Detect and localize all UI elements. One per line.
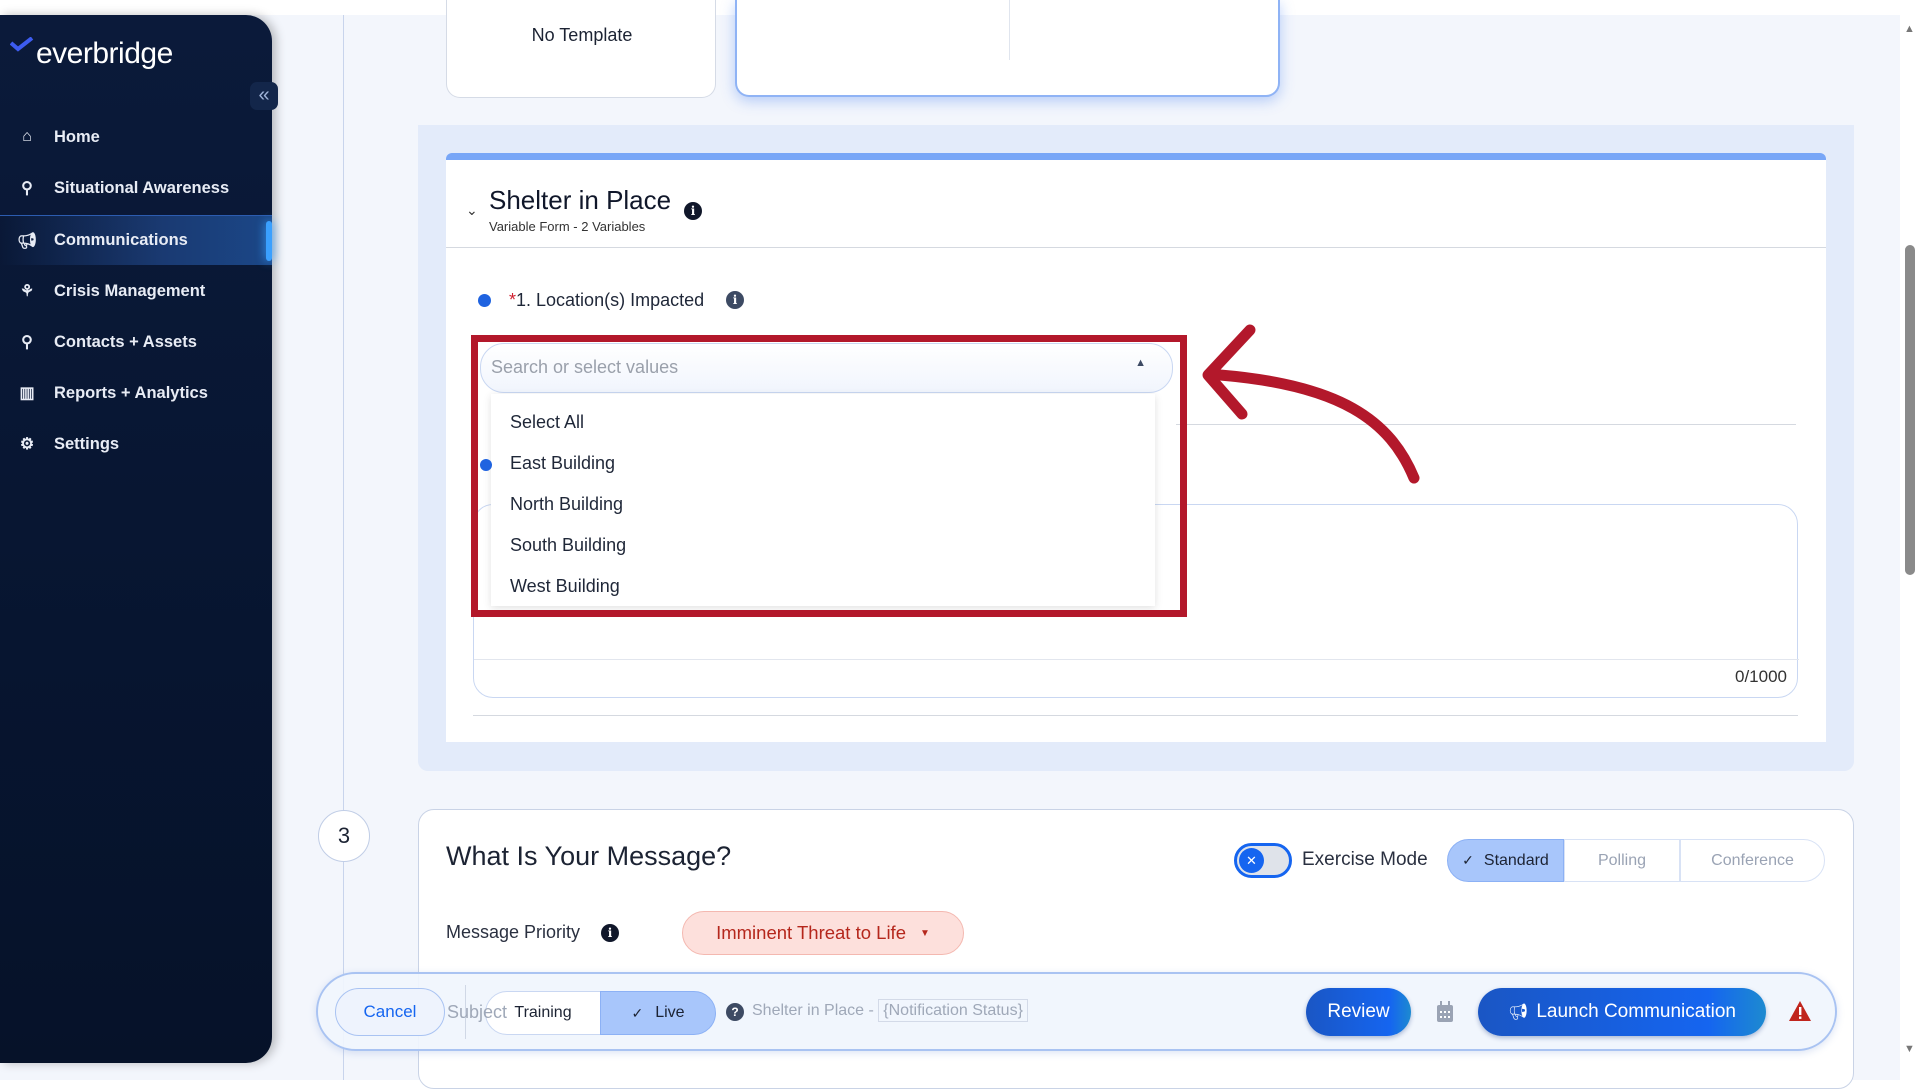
sidebar-item-situational-awareness[interactable]: ⚲ Situational Awareness bbox=[0, 163, 272, 213]
chart-icon: ▥ bbox=[19, 385, 35, 402]
field-label: 1. Location(s) Impacted bbox=[516, 290, 705, 310]
exercise-mode-label: Exercise Mode bbox=[1302, 849, 1428, 870]
annotation-arrow-icon bbox=[1202, 324, 1420, 484]
subject-label: Subject bbox=[447, 1002, 508, 1022]
scrollbar[interactable]: ▲ ▼ bbox=[1900, 15, 1920, 1080]
megaphone-icon: 📢︎ bbox=[1508, 1004, 1529, 1021]
sidebar-item-label: Reports + Analytics bbox=[54, 383, 208, 402]
location-pin-icon: ⚲ bbox=[21, 334, 33, 351]
step-number: 3 bbox=[318, 810, 370, 862]
mode-label: Standard bbox=[1483, 851, 1549, 869]
sidebar-item-label: Home bbox=[54, 127, 100, 146]
priority-dropdown[interactable]: Imminent Threat to Life ▼ bbox=[682, 911, 964, 955]
help-icon[interactable]: ? bbox=[726, 1003, 744, 1021]
close-icon: ✕ bbox=[1239, 848, 1264, 873]
crisis-icon: ⚘ bbox=[19, 283, 35, 300]
mode-polling[interactable]: Polling bbox=[1564, 839, 1680, 882]
step-connector-line bbox=[343, 15, 344, 1080]
priority-value: Imminent Threat to Life bbox=[716, 922, 906, 943]
cancel-button[interactable]: Cancel bbox=[335, 988, 445, 1036]
divider bbox=[446, 247, 1826, 248]
check-icon: ✓ bbox=[1462, 852, 1474, 868]
scroll-up-icon[interactable]: ▲ bbox=[1904, 23, 1915, 35]
template-card-no-template[interactable]: No Template bbox=[446, 0, 716, 98]
subject-value: Shelter in Place - {Notification Status} bbox=[752, 999, 1028, 1022]
subject-variable: {Notification Status} bbox=[878, 999, 1028, 1022]
priority-label: Message Priority bbox=[446, 922, 581, 942]
warning-icon[interactable] bbox=[1788, 1000, 1812, 1022]
live-label: Live bbox=[655, 1004, 685, 1021]
check-icon: ✓ bbox=[631, 1004, 644, 1021]
caret-down-icon: ▼ bbox=[919, 927, 930, 939]
sidebar-item-label: Situational Awareness bbox=[54, 178, 230, 197]
sidebar-item-label: Settings bbox=[54, 434, 120, 453]
subject-text: Shelter in Place - bbox=[752, 1002, 879, 1019]
collapse-sidebar-button[interactable]: « bbox=[250, 82, 278, 110]
card-divider bbox=[1009, 0, 1010, 60]
exercise-mode-toggle[interactable]: ✕ bbox=[1234, 843, 1292, 878]
divider bbox=[473, 715, 1798, 716]
form-title: Shelter in Place bbox=[489, 185, 672, 215]
required-asterisk: * bbox=[509, 290, 517, 310]
section-title: What Is Your Message? bbox=[446, 841, 732, 871]
mode-conference[interactable]: Conference bbox=[1680, 839, 1825, 882]
live-button[interactable]: ✓ Live bbox=[600, 991, 716, 1035]
info-icon[interactable]: i bbox=[601, 924, 619, 942]
everbridge-logo[interactable]: everbridge bbox=[10, 37, 173, 71]
launch-communication-button[interactable]: 📢︎ Launch Communication bbox=[1478, 988, 1766, 1036]
sidebar-item-label: Crisis Management bbox=[54, 281, 206, 300]
logo-check-icon bbox=[10, 37, 34, 52]
form-subtitle: Variable Form - 2 Variables bbox=[489, 219, 646, 234]
info-icon[interactable]: i bbox=[684, 202, 702, 220]
review-button[interactable]: Review bbox=[1306, 988, 1411, 1036]
field-status-dot bbox=[478, 294, 491, 307]
sidebar-item-label: Communications bbox=[54, 231, 188, 249]
home-icon: ⌂ bbox=[22, 128, 32, 145]
sidebar-item-communications[interactable]: 📢︎ Communications bbox=[0, 215, 272, 265]
sidebar-item-crisis-management[interactable]: ⚘ Crisis Management bbox=[0, 266, 272, 316]
sidebar-item-home[interactable]: ⌂ Home bbox=[0, 112, 272, 162]
launch-label: Launch Communication bbox=[1536, 1001, 1736, 1022]
map-icon: ⚲ bbox=[21, 180, 33, 197]
gear-icon: ⚙ bbox=[19, 436, 35, 453]
template-card-selected[interactable] bbox=[735, 0, 1280, 97]
info-icon[interactable]: i bbox=[726, 291, 744, 309]
scroll-down-icon[interactable]: ▼ bbox=[1904, 1043, 1915, 1055]
sidebar-item-label: Contacts + Assets bbox=[54, 332, 197, 351]
mode-standard[interactable]: ✓ Standard bbox=[1447, 839, 1564, 882]
sidebar-item-reports-analytics[interactable]: ▥ Reports + Analytics bbox=[0, 368, 272, 418]
char-count: 0/1000 bbox=[1735, 667, 1787, 686]
collapse-chevron-icon[interactable]: ⌄ bbox=[466, 202, 478, 219]
sidebar: everbridge « ⌂ Home ⚲ Situational Awarenes… bbox=[0, 15, 278, 1063]
calendar-icon[interactable] bbox=[1436, 1001, 1454, 1023]
sidebar-item-settings[interactable]: ⚙ Settings bbox=[0, 419, 272, 469]
template-card-label: No Template bbox=[531, 25, 633, 45]
sidebar-item-contacts-assets[interactable]: ⚲ Contacts + Assets bbox=[0, 317, 272, 367]
scrollbar-thumb[interactable] bbox=[1905, 245, 1915, 575]
brand-name: everbridge bbox=[36, 37, 173, 70]
divider bbox=[474, 659, 1799, 660]
megaphone-icon: 📢︎ bbox=[16, 232, 38, 250]
annotation-highlight-box bbox=[471, 335, 1187, 617]
